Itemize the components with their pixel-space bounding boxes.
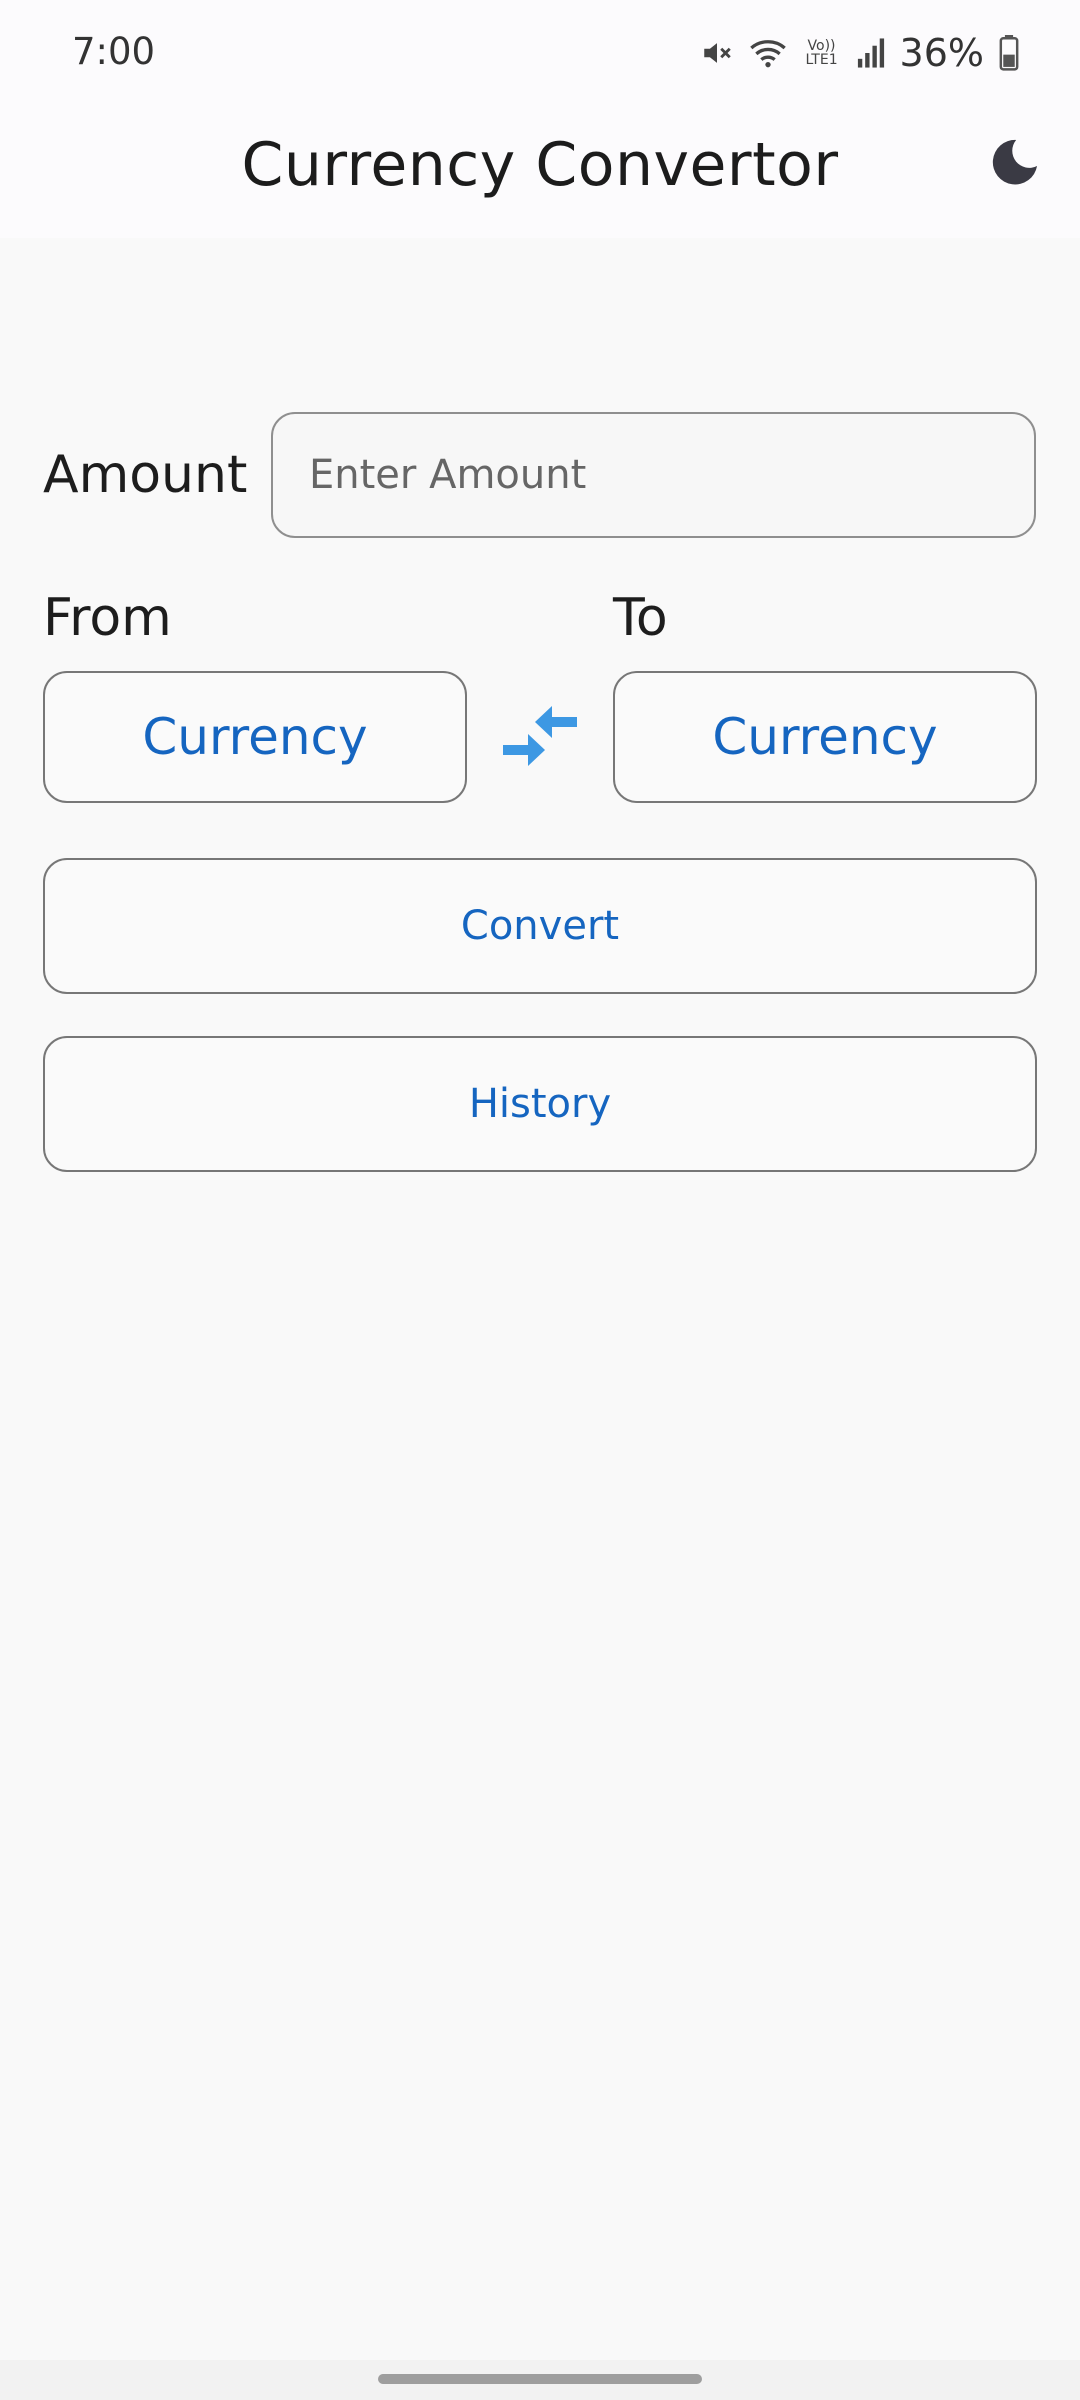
to-currency-button[interactable]: Currency (613, 671, 1037, 803)
status-bar: 7:00 Vo)) LTE1 36% (0, 0, 1080, 100)
swap-arrows-icon[interactable] (497, 700, 583, 772)
status-icons: Vo)) LTE1 36% (700, 28, 1020, 78)
navigation-bar (0, 2360, 1080, 2400)
from-currency-button[interactable]: Currency (43, 671, 467, 803)
volte-icon: Vo)) LTE1 (805, 38, 838, 68)
home-handle[interactable] (378, 2374, 702, 2384)
app-title: Currency Convertor (241, 130, 839, 200)
signal-icon (856, 37, 886, 69)
wifi-icon (748, 36, 788, 70)
app-bar: Currency Convertor (0, 100, 1080, 238)
from-label: From (43, 588, 172, 648)
status-time: 7:00 (72, 30, 156, 73)
battery-icon (998, 35, 1020, 71)
mute-icon (700, 36, 734, 70)
history-button[interactable]: History (43, 1036, 1037, 1172)
convert-button[interactable]: Convert (43, 858, 1037, 994)
battery-percent: 36% (899, 31, 984, 75)
to-label: To (613, 588, 668, 648)
amount-input[interactable] (271, 412, 1036, 538)
amount-label: Amount (43, 445, 248, 505)
moon-icon[interactable] (988, 135, 1042, 189)
